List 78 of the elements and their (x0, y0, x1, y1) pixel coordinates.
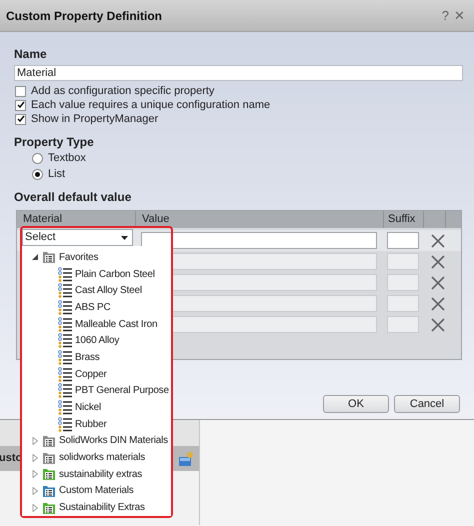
material-item[interactable]: PBT General Purpose (22, 382, 171, 400)
checkbox-label: Add as configuration specific property (31, 84, 214, 99)
tree-item[interactable]: solidworks materials (22, 449, 171, 466)
radio-button[interactable] (32, 152, 43, 164)
delete-icon[interactable] (431, 234, 445, 248)
name-label: Name (14, 46, 48, 62)
delete-icon[interactable] (431, 296, 445, 310)
expand-triangle-icon[interactable] (32, 454, 39, 462)
value-field[interactable] (141, 232, 377, 249)
collapse-triangle-icon[interactable] (32, 253, 39, 262)
dialog-button[interactable]: Cancel (394, 395, 460, 413)
radio-label: List (48, 166, 66, 182)
checkbox-label: Each value requires a unique configuration name (31, 98, 270, 113)
tree-item-label: solidworks materials (59, 451, 146, 466)
material-item[interactable]: Cast Alloy Steel (22, 282, 171, 300)
tree-item-label: Sustainability Extras (59, 501, 145, 516)
delete-icon[interactable] (431, 318, 445, 332)
material-label: Rubber (75, 418, 107, 432)
tree-item-label: Custom Materials (59, 484, 134, 498)
column-header: Value (136, 211, 384, 228)
material-label: Plain Carbon Steel (75, 268, 155, 282)
material-select[interactable]: Select (22, 229, 133, 246)
material-label: PBT General Purpose (75, 384, 169, 398)
expand-triangle-icon[interactable] (32, 436, 39, 445)
material-item[interactable]: Nickel (22, 399, 171, 416)
suffix-field[interactable] (387, 232, 419, 249)
radio-label: Textbox (48, 150, 86, 166)
property-type-label: Property Type (14, 134, 95, 150)
material-item[interactable]: Plain Carbon Steel (22, 266, 171, 282)
tree-item[interactable]: SolidWorks DIN Materials (22, 432, 171, 450)
checkbox-label: Show in PropertyManager (31, 112, 158, 127)
material-list-icon (58, 416, 73, 432)
tree-item-label: SolidWorks DIN Materials (59, 434, 168, 448)
delete-icon[interactable] (431, 254, 445, 268)
material-list-icon (58, 266, 73, 282)
material-list-icon (58, 400, 73, 416)
material-list-icon (58, 283, 73, 298)
material-item[interactable]: Malleable Cast Iron (22, 316, 171, 332)
toolbox-icon[interactable] (177, 450, 195, 466)
column-header: Suffix (384, 211, 424, 228)
material-list-icon (58, 350, 73, 365)
material-list-icon (58, 366, 73, 382)
expand-triangle-icon[interactable] (32, 504, 39, 512)
default-value-label: Overall default value (14, 189, 132, 205)
material-item[interactable]: Rubber (22, 416, 171, 433)
radio-button[interactable] (32, 168, 43, 180)
checkbox[interactable] (15, 114, 26, 124)
checkbox[interactable] (15, 86, 26, 96)
material-item[interactable]: 1060 Alloy (22, 332, 171, 350)
material-label: Brass (75, 350, 100, 365)
tree-item-label: Favorites (59, 250, 98, 265)
window-title: Custom Property Definition (6, 8, 162, 24)
material-item[interactable]: Brass (22, 349, 171, 366)
expand-triangle-icon[interactable] (32, 486, 39, 495)
material-list-icon (58, 316, 73, 332)
tree-item-label: sustainability extras (59, 468, 142, 482)
material-item[interactable]: Copper (22, 366, 171, 382)
checkbox[interactable] (15, 100, 26, 110)
material-list-icon (58, 300, 73, 315)
material-label: Nickel (75, 401, 102, 416)
name-field[interactable]: Material (14, 65, 463, 81)
tree-item[interactable]: Favorites (22, 249, 171, 266)
dialog-button[interactable]: OK (323, 395, 389, 413)
dropdown-arrow-icon (121, 236, 128, 240)
material-label: ABS PC (75, 300, 110, 315)
expand-triangle-icon[interactable] (32, 470, 39, 478)
tree-item[interactable]: Custom Materials (22, 482, 171, 500)
material-item[interactable]: ABS PC (22, 299, 171, 316)
material-list-icon (58, 383, 73, 398)
tree-item[interactable]: sustainability extras (22, 466, 171, 483)
column-header: Material (17, 211, 136, 228)
material-label: Cast Alloy Steel (75, 284, 142, 298)
material-label: 1060 Alloy (75, 334, 120, 348)
material-label: Malleable Cast Iron (75, 318, 158, 332)
material-label: Copper (75, 368, 107, 382)
delete-icon[interactable] (431, 276, 445, 290)
material-list-icon (58, 333, 73, 348)
tree-item[interactable]: Sustainability Extras (22, 499, 171, 516)
